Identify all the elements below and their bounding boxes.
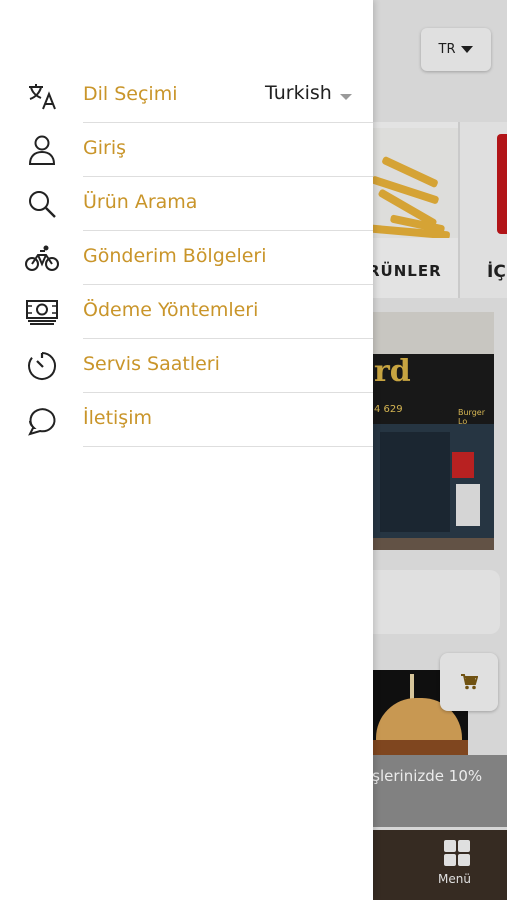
menu-item-payment-methods[interactable]: Ödeme Yöntemleri xyxy=(0,285,373,339)
search-icon xyxy=(24,186,60,222)
chat-icon xyxy=(24,402,60,438)
money-icon xyxy=(24,294,60,330)
menu-item-label: Servis Saatleri xyxy=(83,353,220,375)
menu-item-contact[interactable]: İletişim xyxy=(0,393,373,447)
menu-item-login[interactable]: Giriş xyxy=(0,123,373,177)
menu-item-label: Ürün Arama xyxy=(83,191,198,213)
menu-item-label: Giriş xyxy=(83,137,126,159)
bicycle-icon xyxy=(24,240,60,276)
translate-icon xyxy=(24,78,60,114)
timer-icon xyxy=(24,348,60,384)
divider xyxy=(83,446,373,447)
chevron-down-icon xyxy=(340,94,352,100)
menu-item-label: Dil Seçimi xyxy=(83,83,178,105)
menu-item-delivery-zones[interactable]: Gönderim Bölgeleri xyxy=(0,231,373,285)
menu-item-product-search[interactable]: Ürün Arama xyxy=(0,177,373,231)
language-select[interactable]: Turkish xyxy=(265,82,332,104)
user-icon xyxy=(24,132,60,168)
navigation-drawer: Dil Seçimi Turkish Giriş Ürün Arama Gönd… xyxy=(0,0,373,900)
menu-item-label: Ödeme Yöntemleri xyxy=(83,299,259,321)
menu-item-service-hours[interactable]: Servis Saatleri xyxy=(0,339,373,393)
menu-item-label: İletişim xyxy=(83,407,152,429)
menu-item-label: Gönderim Bölgeleri xyxy=(83,245,267,267)
